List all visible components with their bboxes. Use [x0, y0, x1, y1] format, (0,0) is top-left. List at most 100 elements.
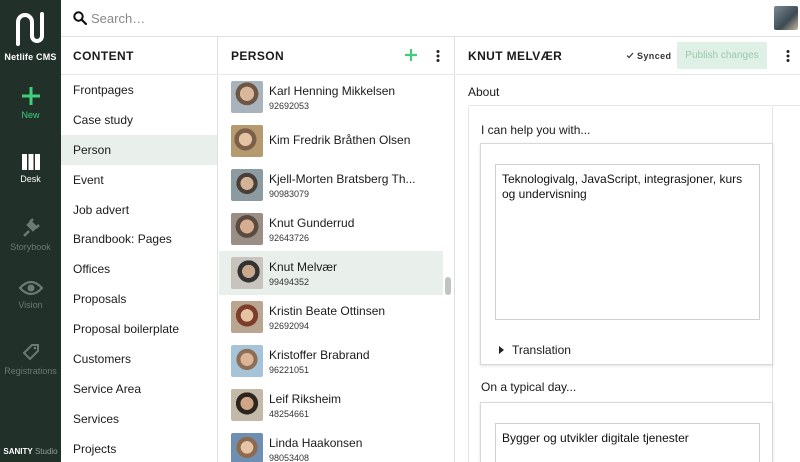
content-item-event[interactable]: Event: [61, 165, 217, 195]
app-rail: Netlife CMS New Desk Storybook Vision Re…: [0, 0, 61, 462]
person-name: Kjell-Morten Bratsberg Th...: [269, 171, 416, 186]
about-section-label: About: [468, 85, 500, 99]
content-item-proposal-boilerplate[interactable]: Proposal boilerplate: [61, 314, 217, 344]
person-name: Leif Riksheim: [269, 391, 342, 406]
content-item-offices[interactable]: Offices: [61, 254, 217, 284]
content-item-proposals[interactable]: Proposals: [61, 284, 217, 314]
checkmark-icon: [626, 52, 634, 59]
person-row[interactable]: Kim Fredrik Bråthen Olsen: [219, 119, 443, 163]
person-avatar: [231, 433, 263, 462]
plus-icon: [21, 87, 40, 105]
eye-icon: [18, 280, 43, 296]
rail-vision-label: Vision: [18, 300, 43, 310]
person-avatar: [231, 213, 263, 245]
content-item-projects[interactable]: Projects: [61, 434, 217, 462]
content-pane-title: CONTENT: [61, 37, 217, 75]
rail-registrations-button[interactable]: Registrations: [0, 342, 61, 376]
rail-vision-button[interactable]: Vision: [0, 280, 61, 310]
help-with-card: Teknologivalg, JavaScript, integrasjoner…: [480, 143, 773, 365]
person-phone: 98053408: [269, 452, 310, 462]
rail-new-button[interactable]: New: [0, 86, 61, 120]
content-item-job-advert[interactable]: Job advert: [61, 195, 217, 225]
app-logo[interactable]: Netlife CMS: [0, 8, 61, 62]
content-item-brandbook-pages[interactable]: Brandbook: Pages: [61, 224, 217, 254]
person-avatar: [231, 301, 263, 333]
person-avatar: [231, 125, 263, 157]
person-row[interactable]: Kristin Beate Ottinsen 92692094: [219, 295, 443, 339]
person-pane: PERSON Karl Henning Mikkelsen 92692053 Ki…: [219, 37, 455, 462]
content-item-case-study[interactable]: Case study: [61, 105, 217, 135]
content-list: Frontpages Case study Person Event Job a…: [61, 75, 217, 462]
person-avatar: [231, 345, 263, 377]
person-row[interactable]: Karl Henning Mikkelsen 92692053: [219, 75, 443, 119]
translation-toggle[interactable]: Translation: [499, 343, 571, 357]
user-avatar[interactable]: [774, 6, 798, 30]
desk-icon: [21, 154, 40, 170]
person-phone: 90983079: [269, 188, 310, 199]
sanity-brand: SANITY: [3, 447, 33, 456]
create-person-plus-icon[interactable]: [404, 48, 418, 62]
content-item-service-area[interactable]: Service Area: [61, 374, 217, 404]
person-avatar: [231, 169, 263, 201]
app-name: Netlife CMS: [4, 52, 57, 62]
person-phone: 96221051: [269, 364, 310, 375]
caret-right-icon: [499, 346, 504, 354]
person-row-selected[interactable]: Knut Melvær 99494352: [219, 251, 443, 295]
top-bar: [61, 0, 800, 37]
person-phone: 92692053: [269, 100, 310, 111]
content-item-frontpages[interactable]: Frontpages: [61, 75, 217, 105]
rail-storybook-button[interactable]: Storybook: [0, 216, 61, 252]
person-list: Karl Henning Mikkelsen 92692053 Kim Fredr…: [219, 75, 443, 462]
person-name: Linda Haakonsen: [269, 435, 363, 450]
person-name: Knut Gunderrud: [269, 215, 355, 230]
content-item-customers[interactable]: Customers: [61, 344, 217, 374]
plug-icon: [22, 218, 40, 237]
document-title: KNUT MELVÆR: [468, 48, 563, 63]
document-pane: KNUT MELVÆR Synced Publish changes About…: [456, 37, 800, 462]
person-name: Kristoffer Brabrand: [269, 347, 370, 362]
person-phone: 99494352: [269, 276, 310, 287]
document-header: KNUT MELVÆR Synced Publish changes: [456, 37, 800, 75]
sanity-studio-suffix: Studio: [34, 447, 58, 456]
person-avatar: [231, 81, 263, 113]
rail-desk-button[interactable]: Desk: [0, 154, 61, 184]
tag-icon: [22, 344, 39, 361]
person-row[interactable]: Leif Riksheim 48254661: [219, 383, 443, 427]
sync-status-label: Synced: [637, 51, 672, 61]
search-input[interactable]: [91, 8, 591, 28]
rail-storybook-label: Storybook: [10, 242, 51, 252]
person-name: Knut Melvær: [269, 259, 338, 274]
person-name: Kim Fredrik Bråthen Olsen: [269, 132, 411, 147]
rail-registrations-label: Registrations: [4, 366, 57, 376]
person-avatar: [231, 257, 263, 289]
translation-label: Translation: [512, 343, 571, 357]
person-pane-menu-icon[interactable]: [436, 50, 440, 62]
person-row[interactable]: Knut Gunderrud 92643726: [219, 207, 443, 251]
help-with-textarea[interactable]: Teknologivalg, JavaScript, integrasjoner…: [495, 164, 760, 320]
person-phone: 92643726: [269, 232, 310, 243]
person-phone: 92692094: [269, 320, 310, 331]
help-with-field-label: I can help you with...: [481, 123, 591, 137]
netlife-logo-icon: [15, 12, 44, 46]
rail-desk-label: Desk: [20, 174, 41, 184]
document-menu-icon[interactable]: [786, 50, 790, 62]
search-icon: [73, 11, 87, 25]
person-list-scrollbar[interactable]: [445, 277, 451, 295]
content-item-person[interactable]: Person: [61, 134, 217, 165]
person-row[interactable]: Kjell-Morten Bratsberg Th... 90983079: [219, 163, 443, 207]
typical-day-textarea[interactable]: Bygger og utvikler digitale tjenester: [495, 423, 760, 462]
typical-day-card: Bygger og utvikler digitale tjenester: [480, 402, 773, 462]
person-row[interactable]: Kristoffer Brabrand 96221051: [219, 339, 443, 383]
person-row[interactable]: Linda Haakonsen 98053408: [219, 427, 443, 462]
about-divider: [468, 105, 800, 106]
content-item-services[interactable]: Services: [61, 404, 217, 434]
sync-status: Synced: [626, 51, 671, 61]
typical-day-field-label: On a typical day...: [481, 380, 577, 394]
person-phone: 48254661: [269, 408, 310, 419]
publish-changes-button[interactable]: Publish changes: [677, 42, 767, 69]
person-name: Kristin Beate Ottinsen: [269, 303, 386, 318]
person-pane-title: PERSON: [231, 48, 285, 63]
person-name: Karl Henning Mikkelsen: [269, 83, 396, 98]
rail-new-label: New: [21, 110, 40, 120]
person-avatar: [231, 389, 263, 421]
